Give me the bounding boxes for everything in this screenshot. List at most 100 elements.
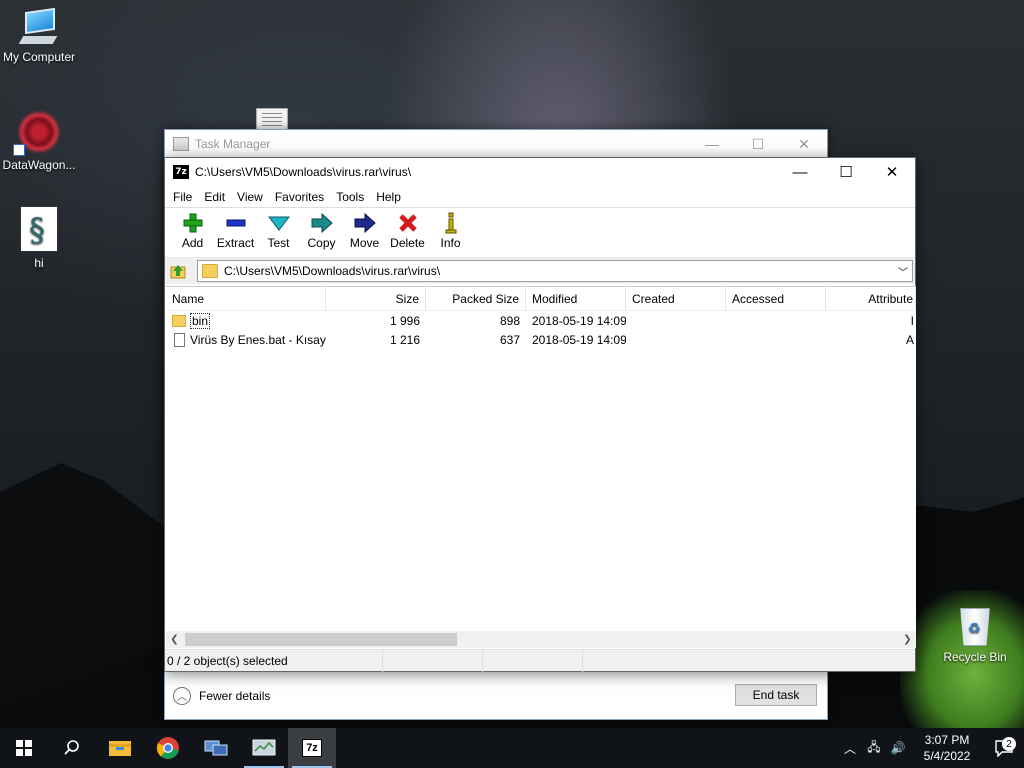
start-button[interactable] — [0, 728, 48, 768]
test-button[interactable]: Test — [257, 212, 300, 250]
delete-label: Delete — [390, 236, 425, 250]
desktop-icon-my-computer[interactable]: My Computer — [0, 7, 78, 64]
test-icon — [267, 212, 291, 234]
extract-button[interactable]: Extract — [214, 212, 257, 250]
close-button[interactable]: ✕ — [869, 158, 915, 186]
shortcut-arrow-icon — [13, 144, 25, 156]
delete-button[interactable]: Delete — [386, 212, 429, 250]
copy-icon — [310, 212, 334, 234]
path-combobox[interactable]: C:\Users\VM5\Downloads\virus.rar\virus\ … — [197, 260, 913, 282]
file-size: 1 216 — [389, 332, 420, 347]
taskbar-network-app[interactable] — [192, 728, 240, 768]
info-button[interactable]: Info — [429, 212, 472, 250]
move-label: Move — [349, 236, 380, 250]
table-row[interactable]: bin 1 996 898 2018-05-19 14:09 I — [166, 311, 916, 330]
file-attribute: A — [905, 332, 914, 347]
file-name: bin — [190, 312, 211, 329]
desktop-document-icon[interactable] — [256, 108, 288, 130]
info-label: Info — [440, 236, 461, 250]
recycle-bin-icon: ♻ — [956, 602, 994, 646]
network-icon[interactable]: 🖧 — [862, 738, 886, 759]
taskbar: 7z ︿ 🖧 🔊 3:07 PM 5/4/2022 2 — [0, 728, 1024, 768]
scrollbar-thumb[interactable] — [185, 633, 457, 646]
fewer-details-toggle[interactable]: ︿ Fewer details — [173, 686, 271, 705]
fewer-details-label: Fewer details — [199, 688, 271, 703]
scroll-right-icon[interactable]: ❯ — [899, 634, 916, 645]
desktop-icon-label: hi — [34, 256, 44, 270]
list-header: Name Size Packed Size Modified Created A… — [166, 286, 916, 311]
menu-bar: File Edit View Favorites Tools Help — [165, 186, 915, 208]
notification-count-badge: 2 — [1002, 737, 1016, 751]
move-button[interactable]: Move — [343, 212, 386, 250]
file-name: Virüs By Enes.bat - Kısay... — [190, 332, 326, 347]
desktop-icon-datawagon[interactable]: DataWagon... — [0, 110, 78, 172]
taskbar-chrome[interactable] — [144, 728, 192, 768]
7zip-icon: 7z — [302, 739, 322, 757]
taskbar-task-manager[interactable] — [240, 728, 288, 768]
add-label: Add — [181, 236, 204, 250]
search-button[interactable] — [48, 728, 96, 768]
maximize-button[interactable]: ☐ — [735, 130, 781, 158]
datawagon-icon — [13, 110, 61, 156]
taskbar-file-explorer[interactable] — [96, 728, 144, 768]
extract-label: Extract — [216, 236, 255, 250]
menu-edit[interactable]: Edit — [198, 190, 231, 204]
column-header-name[interactable]: Name — [166, 286, 326, 311]
column-header-created[interactable]: Created — [626, 286, 726, 311]
desktop-icon-label: My Computer — [2, 50, 76, 64]
close-button[interactable]: ✕ — [781, 130, 827, 158]
desktop-icon-recycle-bin[interactable]: ♻ Recycle Bin — [936, 602, 1014, 664]
file-list[interactable]: Name Size Packed Size Modified Created A… — [166, 286, 916, 648]
menu-favorites[interactable]: Favorites — [269, 190, 330, 204]
file-icon — [174, 332, 185, 347]
status-bar: 0 / 2 object(s) selected — [165, 649, 915, 672]
search-icon — [64, 740, 79, 755]
file-packed-size: 898 — [499, 313, 520, 328]
file-size: 1 996 — [389, 313, 420, 328]
horizontal-scrollbar[interactable]: ❮ ❯ — [166, 631, 916, 648]
folder-up-icon[interactable] — [169, 262, 187, 280]
clock[interactable]: 3:07 PM 5/4/2022 — [910, 732, 984, 764]
chevron-up-icon[interactable]: ︿ — [838, 740, 862, 757]
clock-date: 5/4/2022 — [923, 749, 971, 763]
column-header-attribute[interactable]: Attribute — [826, 286, 916, 311]
maximize-button[interactable]: ☐ — [823, 158, 869, 186]
extract-icon — [224, 212, 248, 234]
copy-button[interactable]: Copy — [300, 212, 343, 250]
column-header-modified[interactable]: Modified — [526, 286, 626, 311]
column-header-size[interactable]: Size — [326, 286, 426, 311]
script-file-icon — [20, 206, 58, 252]
table-row[interactable]: Virüs By Enes.bat - Kısay... 1 216 637 2… — [166, 330, 916, 349]
column-header-packed-size[interactable]: Packed Size — [426, 286, 526, 311]
notification-center-button[interactable]: 2 — [984, 737, 1024, 757]
chrome-icon — [156, 737, 179, 759]
chevron-down-icon[interactable]: ﹀ — [898, 264, 908, 279]
status-selection: 0 / 2 object(s) selected — [165, 649, 383, 672]
file-attribute: I — [910, 313, 914, 328]
taskbar-7zip[interactable]: 7z — [288, 728, 336, 768]
file-packed-size: 637 — [499, 332, 520, 347]
menu-help[interactable]: Help — [370, 190, 407, 204]
windows-logo-icon — [16, 740, 32, 756]
clock-time: 3:07 PM — [924, 733, 970, 747]
toolbar: Add Extract Test Copy Move Delete Info — [165, 208, 915, 258]
chevron-up-icon: ︿ — [173, 686, 191, 705]
minimize-button[interactable]: — — [777, 158, 823, 186]
volume-icon[interactable]: 🔊 — [886, 741, 910, 755]
status-field — [483, 649, 583, 672]
move-icon — [353, 212, 377, 234]
minimize-button[interactable]: — — [689, 130, 735, 158]
folder-icon — [202, 264, 218, 278]
sevenzip-window[interactable]: 7z C:\Users\VM5\Downloads\virus.rar\viru… — [164, 157, 916, 672]
add-icon — [181, 212, 205, 234]
menu-tools[interactable]: Tools — [330, 190, 370, 204]
system-tray: ︿ 🖧 🔊 3:07 PM 5/4/2022 2 — [838, 728, 1024, 768]
end-task-button[interactable]: End task — [735, 684, 817, 706]
menu-view[interactable]: View — [231, 190, 269, 204]
delete-icon — [396, 212, 420, 234]
add-button[interactable]: Add — [171, 212, 214, 250]
menu-file[interactable]: File — [167, 190, 198, 204]
column-header-accessed[interactable]: Accessed — [726, 286, 826, 311]
scroll-left-icon[interactable]: ❮ — [166, 634, 183, 645]
desktop-icon-hi[interactable]: hi — [0, 206, 78, 270]
